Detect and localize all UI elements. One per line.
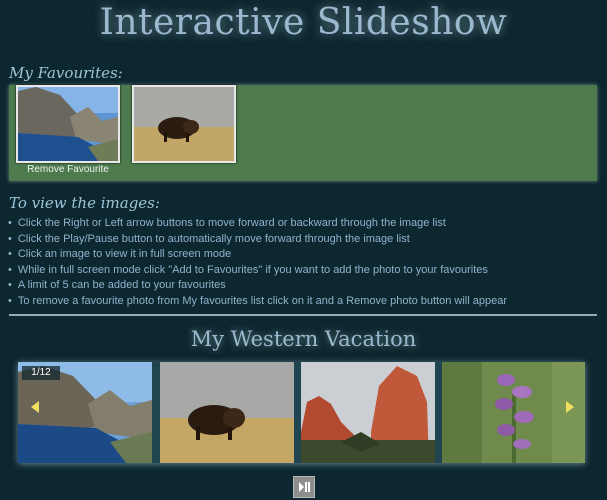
favourites-heading: My Favourites: [9, 64, 123, 82]
divider [9, 314, 597, 316]
instruction-item: A limit of 5 can be added to your favour… [8, 278, 603, 294]
instruction-item: Click an image to view it in full screen… [8, 247, 603, 263]
left-arrow-icon[interactable] [28, 398, 42, 416]
gallery-title: My Western Vacation [190, 327, 417, 351]
right-arrow-icon[interactable] [563, 398, 577, 416]
favourites-panel: Remove Favourite [9, 85, 597, 181]
slide-counter: 1/12 [22, 366, 60, 380]
instructions-heading: To view the images: [9, 194, 160, 212]
bison-photo[interactable] [132, 85, 236, 163]
instruction-item: To remove a favourite photo from My favo… [8, 294, 603, 310]
page-title: Interactive Slideshow [99, 2, 508, 43]
instructions-list: Click the Right or Left arrow buttons to… [8, 216, 603, 309]
instruction-item: Click the Play/Pause button to automatic… [8, 232, 603, 248]
image-slider [18, 362, 585, 463]
remove-favourite-button[interactable]: Remove Favourite [16, 164, 120, 175]
play-pause-icon[interactable] [293, 476, 315, 498]
red-rocks-photo[interactable] [301, 362, 435, 463]
instruction-item: While in full screen mode click "Add to … [8, 263, 603, 279]
lake-cliffs-photo[interactable] [16, 85, 120, 163]
bison-photo[interactable] [160, 362, 294, 463]
instruction-item: Click the Right or Left arrow buttons to… [8, 216, 603, 232]
